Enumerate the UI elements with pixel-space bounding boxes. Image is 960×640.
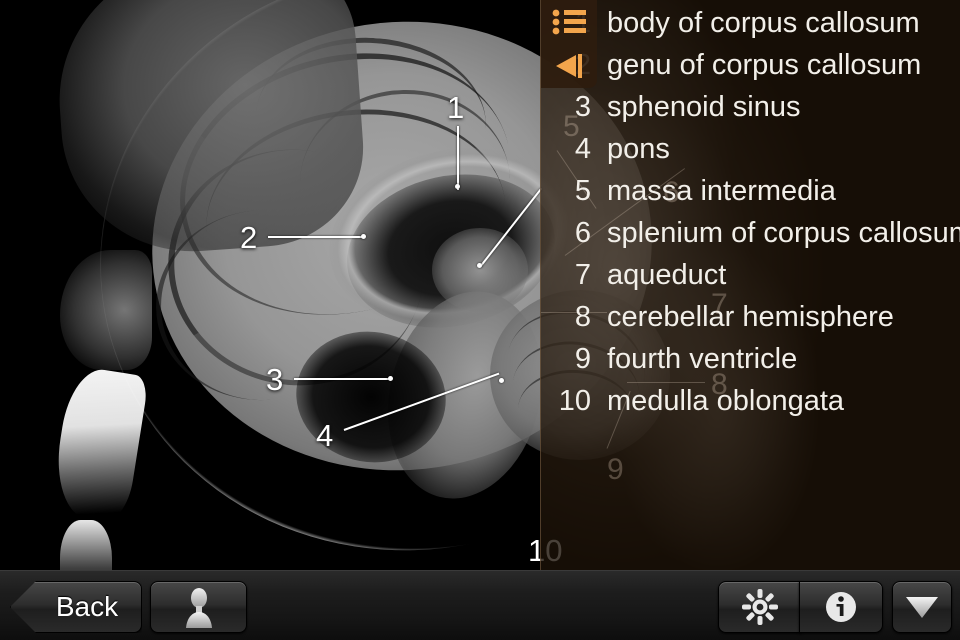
back-button[interactable]: Back [10,581,142,633]
legend-list-toggle-button[interactable] [541,0,597,44]
legend-list: 1 body of corpus callosum 2 genu of corp… [541,0,960,570]
leader-line-3 [294,378,390,380]
legend-number: 8 [574,300,591,333]
expand-toolbar-button[interactable] [892,581,952,633]
bulleted-list-icon [552,9,586,35]
legend-number: 4 [574,132,591,165]
legend-label: splenium of corpus callosum [607,216,960,249]
head-model-button[interactable] [150,581,247,633]
legend-number: 3 [574,90,591,123]
panel-controls [541,0,597,88]
legend-label: genu of corpus callosum [607,48,922,81]
image-label-1[interactable]: 1 [447,92,464,123]
back-button-label: Back [55,591,119,622]
collapse-panel-button[interactable] [541,44,597,88]
legend-number: 7 [574,258,591,291]
legend-row-2[interactable]: 2 genu of corpus callosum [541,44,960,86]
image-label-3[interactable]: 3 [266,364,283,395]
bottom-toolbar: Back [0,570,960,640]
legend-number: 10 [558,384,591,417]
caret-down-icon [906,597,938,618]
legend-number: 5 [574,174,591,207]
legend-row-4[interactable]: 4 pons [541,128,960,170]
legend-label: fourth ventricle [607,342,798,375]
collapse-left-triangle-icon [556,54,582,78]
legend-label: sphenoid sinus [607,90,801,123]
legend-number: 6 [574,216,591,249]
info-button[interactable] [799,581,883,633]
legend-number: 9 [574,342,591,375]
legend-label: pons [607,132,670,165]
leader-dot-6 [477,263,482,268]
info-icon [826,592,856,622]
app-root: 1 2 3 4 10 5 6 7 8 [0,0,960,640]
legend-label: aqueduct [607,258,727,291]
leader-dot-1 [455,184,460,189]
leader-line-2 [268,236,364,238]
legend-row-7[interactable]: 7 aqueduct [541,254,960,296]
legend-row-6[interactable]: 6 splenium of corpus callosum [541,212,960,254]
leader-line-1 [457,126,459,190]
legend-panel: 5 6 7 8 9 1 body of corpus callosum 2 ge… [540,0,960,570]
leader-dot-4 [499,378,504,383]
legend-row-1[interactable]: 1 body of corpus callosum [541,2,960,44]
image-label-2[interactable]: 2 [240,222,257,253]
leader-dot-2 [361,234,366,239]
head-bust-icon [185,588,212,628]
legend-row-10[interactable]: 10 medulla oblongata [541,380,960,422]
gear-icon [742,589,778,625]
legend-row-3[interactable]: 3 sphenoid sinus [541,86,960,128]
legend-label: body of corpus callosum [607,6,920,39]
settings-button[interactable] [718,581,802,633]
legend-row-8[interactable]: 8 cerebellar hemisphere [541,296,960,338]
legend-row-5[interactable]: 5 massa intermedia [541,170,960,212]
image-label-4[interactable]: 4 [316,420,333,451]
leader-dot-3 [388,376,393,381]
legend-label: medulla oblongata [607,384,845,417]
legend-label: massa intermedia [607,174,836,207]
mri-viewport[interactable]: 1 2 3 4 10 5 6 7 8 [0,0,960,570]
legend-row-9[interactable]: 9 fourth ventricle [541,338,960,380]
legend-label: cerebellar hemisphere [607,300,894,333]
